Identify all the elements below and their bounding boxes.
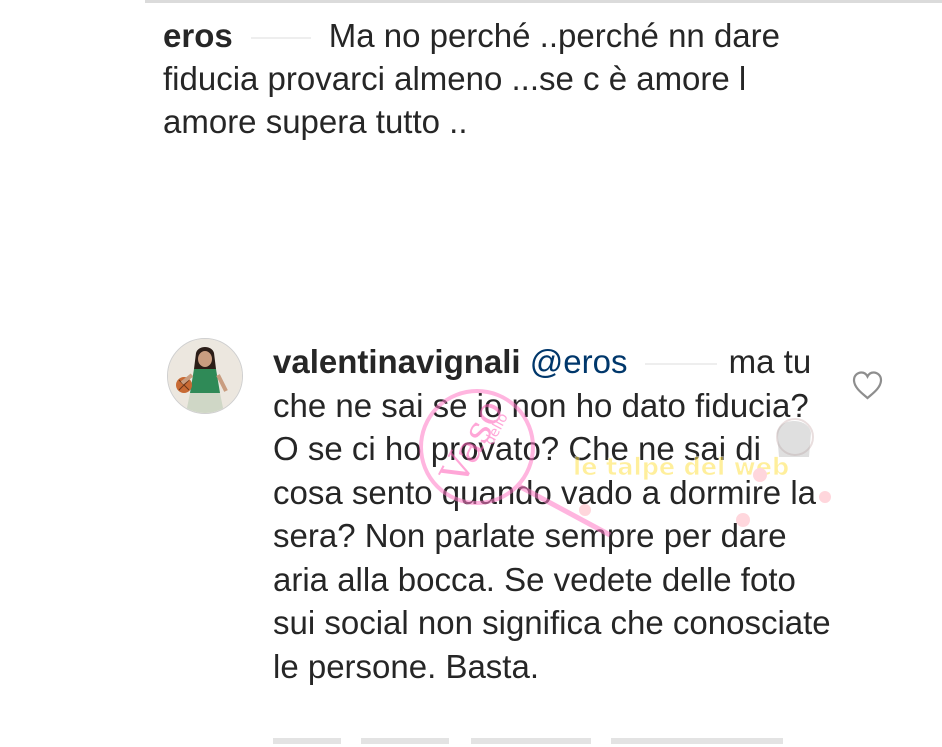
mention-link[interactable]: @eros bbox=[530, 343, 628, 380]
redaction-mark bbox=[644, 363, 717, 366]
redaction-mark bbox=[250, 37, 311, 40]
divider bbox=[145, 0, 942, 3]
next-comment-fragment bbox=[273, 738, 783, 744]
comment-eros: eros Ma no perché ..perché nn dare fiduci… bbox=[163, 14, 843, 143]
like-heart-icon[interactable] bbox=[851, 370, 884, 400]
heart-icon bbox=[852, 371, 883, 400]
comment-username[interactable]: valentinavignali bbox=[273, 343, 521, 380]
avatar[interactable] bbox=[167, 338, 243, 414]
comment-text: ma tu che ne sai se io non ho dato fiduc… bbox=[273, 343, 831, 685]
comment-username[interactable]: eros bbox=[163, 17, 233, 54]
comment-text: Ma no perché ..perché nn dare fiducia pr… bbox=[163, 17, 781, 140]
avatar-photo bbox=[168, 339, 242, 413]
comment-valentinavignali: valentinavignali @eros ma tu che ne sai … bbox=[273, 340, 833, 688]
